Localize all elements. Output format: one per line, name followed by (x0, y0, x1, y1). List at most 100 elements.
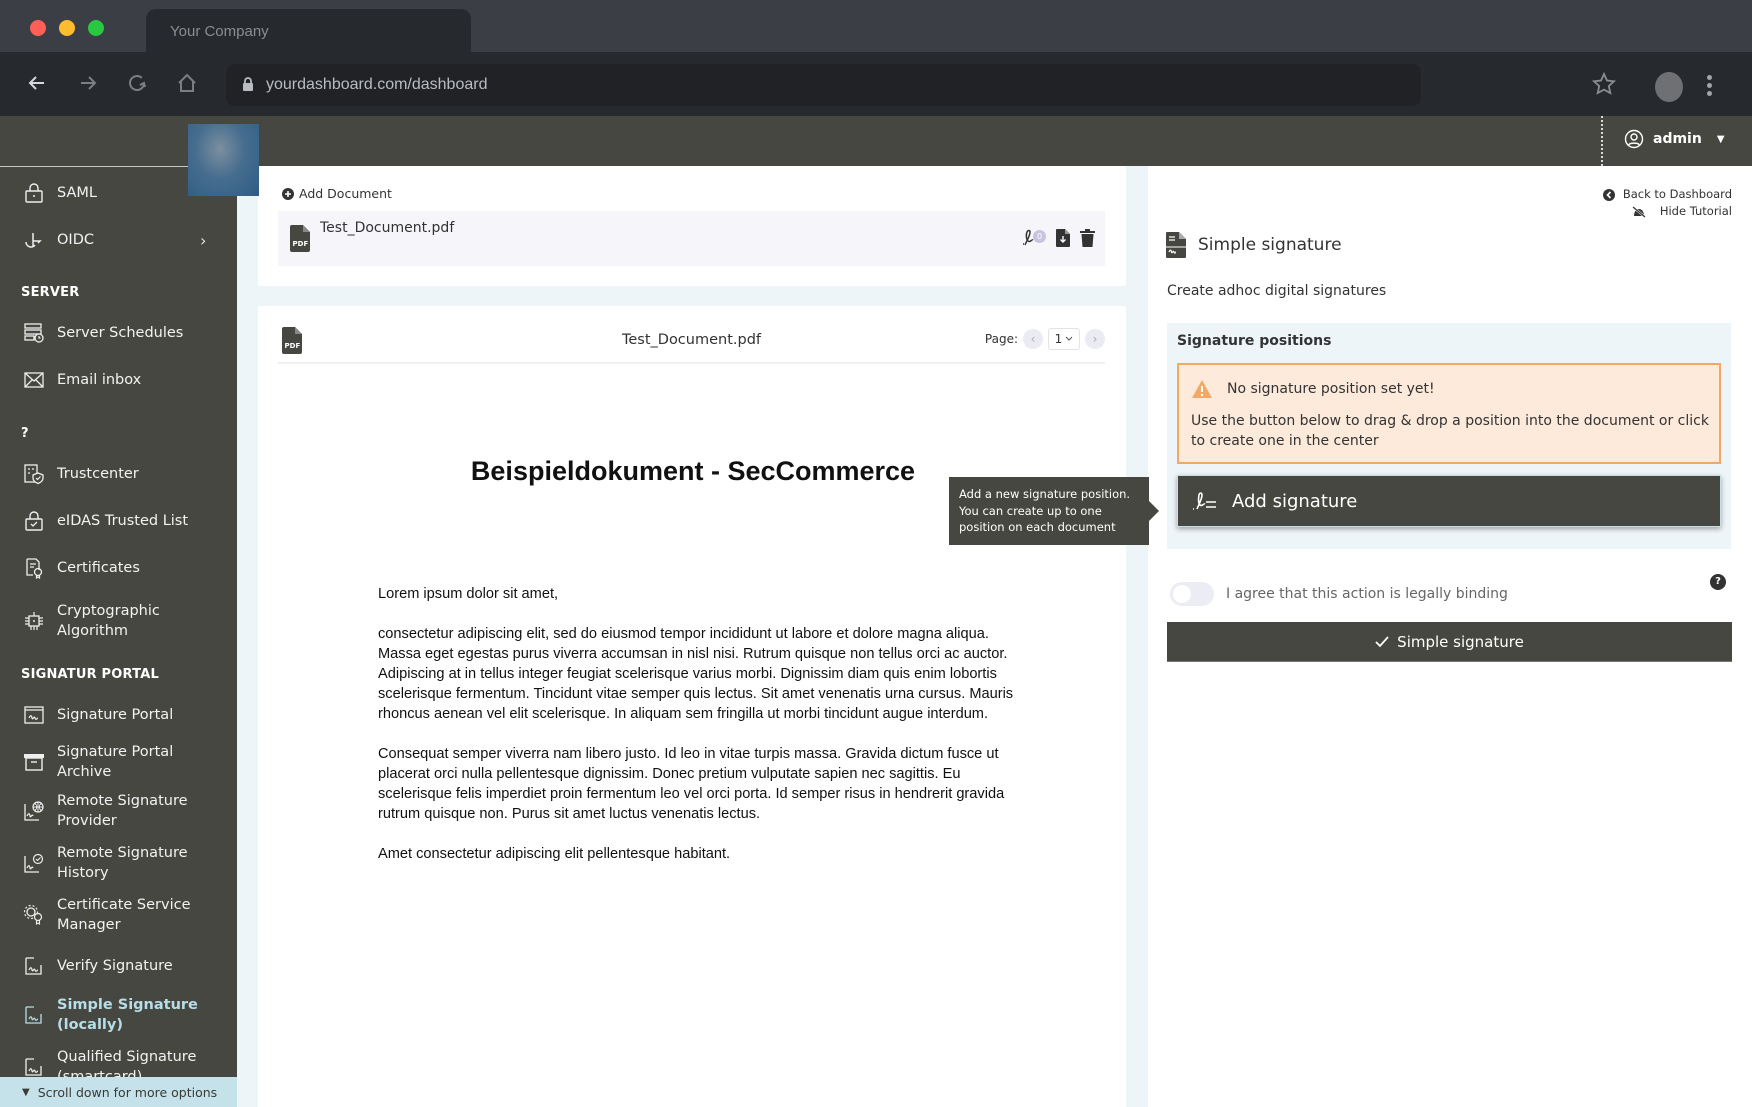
signature-count-badge: 0 (1033, 230, 1046, 243)
page-navigator: Page: ‹ 1 › (985, 328, 1105, 350)
hide-tutorial-icon (1632, 205, 1646, 218)
window-close-button[interactable] (30, 20, 46, 36)
chip-icon (23, 610, 45, 632)
simple-signature-submit-button[interactable]: Simple signature (1167, 622, 1732, 662)
sidebar-item-email-inbox[interactable]: Email inbox (0, 368, 237, 392)
browser-menu-button[interactable] (1705, 75, 1713, 99)
header-divider (1601, 116, 1603, 166)
sidebar-item-remote-signature-history[interactable]: Remote Signature History (0, 842, 237, 884)
document-list-item[interactable]: PDF Test_Document.pdf 0 (278, 211, 1105, 266)
viewer-file-name: Test_Document.pdf (621, 332, 762, 348)
panel-links: Back to Dashboard Hide Tutorial (1602, 186, 1732, 220)
add-signature-button[interactable]: Add signature (1177, 475, 1721, 527)
delete-button[interactable] (1080, 229, 1095, 247)
back-button[interactable] (20, 66, 54, 100)
hide-tutorial-label: Hide Tutorial (1659, 204, 1732, 218)
window-maximize-button[interactable] (88, 20, 104, 36)
home-button[interactable] (170, 66, 204, 100)
sidebar-item-label: Email inbox (57, 372, 142, 388)
sidebar: SAML OIDC › SERVER Server Schedules Emai… (0, 166, 237, 1107)
sidebar-item-oidc[interactable]: OIDC › (0, 228, 237, 252)
sidebar-section-server: SERVER (21, 285, 80, 300)
reload-button[interactable] (120, 66, 154, 100)
arrow-left-icon (28, 76, 44, 90)
qualified-signature-icon (23, 1056, 45, 1078)
previous-page-button[interactable]: ‹ (1023, 329, 1043, 349)
address-bar[interactable]: yourdashboard.com/dashboard (226, 64, 1421, 106)
signature-positions-title: Signature positions (1177, 333, 1332, 349)
legal-agreement-toggle[interactable] (1170, 582, 1214, 606)
sidebar-section-help: ? (21, 426, 29, 441)
caret-down-icon: ▼ (22, 1086, 30, 1098)
svg-text:PDF: PDF (293, 240, 309, 248)
sidebar-section-signatur-portal: SIGNATUR PORTAL (21, 667, 159, 682)
sidebar-item-verify-signature[interactable]: Verify Signature (0, 954, 237, 978)
pdf-paragraph: consectetur adipiscing elit, sed do eius… (378, 626, 1014, 722)
sidebar-item-label: Certificate Service Manager (57, 897, 191, 933)
add-signature-label: Add signature (1232, 490, 1358, 512)
sidebar-item-label: Server Schedules (57, 325, 184, 341)
signature-panel: Back to Dashboard Hide Tutorial Simple s… (1148, 166, 1752, 1107)
document-name: Test_Document.pdf (320, 220, 455, 236)
caret-down-icon: ▼ (1716, 133, 1725, 145)
chevron-down-icon (1065, 336, 1073, 341)
remote-history-icon (23, 852, 45, 874)
sidebar-item-trustcenter[interactable]: Trustcenter (0, 462, 237, 486)
no-position-warning: No signature position set yet! Use the b… (1177, 363, 1721, 464)
page-label: Page: (984, 332, 1018, 346)
window-minimize-button[interactable] (59, 20, 75, 36)
sidebar-item-signature-portal-archive[interactable]: Signature Portal Archive (0, 744, 237, 780)
arrow-left-circle-icon (1602, 188, 1615, 201)
add-document-label: Add Document (299, 186, 392, 201)
sidebar-item-signature-portal[interactable]: Signature Portal (0, 703, 237, 727)
sidebar-item-certificates[interactable]: Certificates (0, 556, 237, 580)
sidebar-item-eidas-trusted-list[interactable]: eIDAS Trusted List (0, 509, 237, 533)
signature-count-button[interactable]: 0 (1022, 227, 1046, 249)
back-to-dashboard-link[interactable]: Back to Dashboard (1602, 186, 1732, 203)
scroll-down-hint[interactable]: ▼ Scroll down for more options (0, 1077, 237, 1107)
download-button[interactable] (1056, 229, 1070, 247)
simple-signature-icon (23, 1004, 45, 1026)
sidebar-item-server-schedules[interactable]: Server Schedules (0, 321, 237, 345)
signature-document-icon (1166, 232, 1186, 258)
page-select[interactable]: 1 (1048, 328, 1080, 350)
sidebar-item-remote-signature-provider[interactable]: Remote Signature Provider (0, 790, 237, 832)
trusted-list-icon (23, 510, 45, 532)
panel-title: Simple signature (1166, 232, 1342, 258)
add-signature-tooltip: Add a new signature position. You can cr… (949, 477, 1159, 545)
document-list-card: Add Document PDF Test_Document.pdf 0 (258, 166, 1126, 286)
chevron-right-icon: › (200, 230, 207, 250)
sidebar-item-label: Verify Signature (57, 958, 173, 974)
browser-tab-strip: Your Company (0, 0, 1752, 52)
verify-signature-icon (23, 955, 45, 977)
sidebar-item-simple-signature[interactable]: Simple Signature (locally) (0, 994, 237, 1036)
company-logo[interactable] (188, 124, 259, 196)
sidebar-item-label: Remote Signature History (57, 845, 188, 881)
gears-icon (23, 904, 45, 926)
signature-icon (1193, 492, 1216, 510)
browser-tab-title: Your Company (170, 23, 269, 40)
warning-title: No signature position set yet! (1227, 381, 1435, 397)
sidebar-item-certificate-service-manager[interactable]: Certificate Service Manager (0, 894, 237, 936)
next-page-button[interactable]: › (1085, 329, 1105, 349)
sidebar-item-label: Simple Signature (locally) (57, 997, 198, 1033)
certificate-icon (23, 557, 45, 579)
browser-tab[interactable]: Your Company (146, 9, 471, 52)
file-download-icon (1056, 229, 1070, 247)
viewer-header: PDF Test_Document.pdf Page: ‹ 1 › (278, 306, 1105, 364)
sidebar-item-cryptographic-algorithm[interactable]: Cryptographic Algorithm (0, 600, 237, 642)
oidc-icon (23, 229, 45, 251)
add-document-button[interactable]: Add Document (282, 186, 392, 201)
help-icon[interactable]: ? (1710, 574, 1726, 590)
panel-title-text: Simple signature (1198, 235, 1342, 255)
browser-profile-avatar[interactable] (1655, 72, 1683, 102)
signature-portal-icon (23, 704, 45, 726)
pdf-paragraph: Lorem ipsum dolor sit amet, (378, 586, 559, 602)
sidebar-item-label: Signature Portal Archive (57, 744, 174, 780)
back-to-dashboard-label: Back to Dashboard (1622, 187, 1732, 201)
hide-tutorial-link[interactable]: Hide Tutorial (1603, 203, 1732, 220)
forward-button[interactable] (71, 66, 105, 100)
user-menu[interactable]: admin ▼ (1624, 129, 1725, 149)
bookmark-star-icon[interactable] (1592, 72, 1616, 96)
envelope-icon (23, 369, 45, 391)
